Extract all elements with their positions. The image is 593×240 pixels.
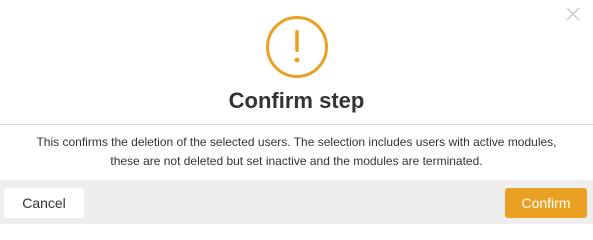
- close-icon[interactable]: [565, 6, 581, 22]
- dialog-message-line-1: This confirms the deletion of the select…: [36, 135, 557, 149]
- dialog-title: Confirm step: [228, 88, 365, 113]
- confirm-dialog: Confirm step This confirms the deletion …: [0, 0, 593, 224]
- confirm-button[interactable]: Confirm: [505, 188, 587, 218]
- dialog-footer: Cancel Confirm: [0, 180, 593, 224]
- dialog-message: This confirms the deletion of the select…: [8, 133, 585, 171]
- dialog-message-line-2: these are not deleted but set inactive a…: [110, 154, 483, 168]
- warning-exclamation-icon: [265, 15, 329, 79]
- cancel-button[interactable]: Cancel: [4, 188, 84, 218]
- divider: [0, 124, 593, 125]
